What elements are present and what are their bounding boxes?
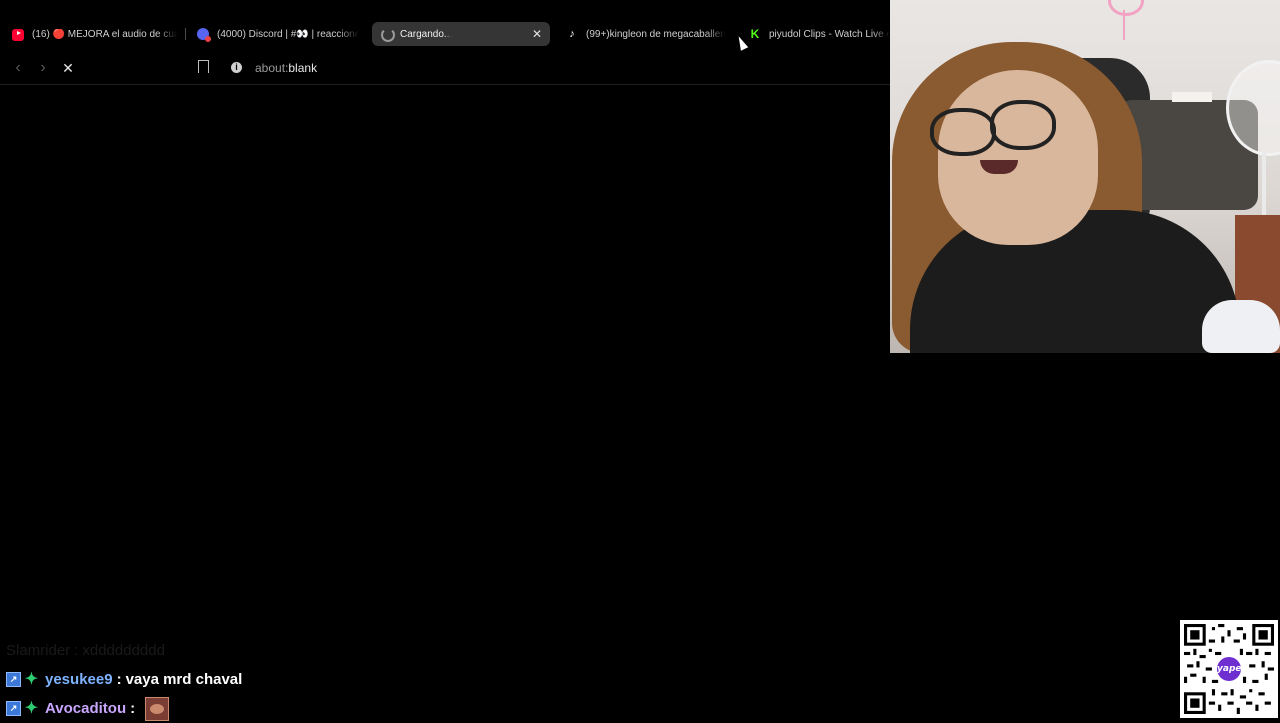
emote-icon — [145, 696, 170, 721]
youtube-icon — [12, 29, 24, 41]
prime-badge-icon: ↗ — [6, 672, 21, 687]
glasses-right-lens — [990, 100, 1056, 150]
chat-message: ↗ ✦ Avocaditou : — [6, 694, 606, 723]
back-button[interactable]: ‹ — [8, 58, 28, 78]
tiktok-icon: ♪ — [569, 28, 575, 40]
chat-overlay: Slamrider : xddddddddd ↗ ✦ yesukee9 : va… — [6, 636, 606, 723]
page-content-blank — [0, 85, 890, 720]
kick-icon: K — [750, 27, 760, 41]
address-bar[interactable]: about:blank — [255, 61, 317, 75]
chat-separator: : — [130, 700, 136, 717]
chat-username: yesukee9 — [45, 671, 113, 688]
bookmark-icon[interactable] — [198, 60, 209, 78]
heart-balloon-icon — [1108, 0, 1144, 16]
browser-toolbar: ‹ › ✕ i about:blank — [0, 52, 890, 84]
prime-badge-icon: ↗ — [6, 701, 21, 716]
qr-code: yape — [1180, 620, 1278, 718]
tab-loading-active[interactable]: Cargando... ✕ — [372, 22, 550, 46]
tab-strip: (16) 🔴 MEJORA el audio de cualquier (400… — [0, 0, 890, 52]
chat-separator: : — [74, 642, 79, 659]
url-path: blank — [288, 61, 318, 75]
tab-discord[interactable]: (4000) Discord | #👀 | reacciones — [197, 22, 359, 46]
tab-title: (99+)kingleon de megacaballero — [586, 28, 726, 40]
tab-title: (4000) Discord | #👀 | reacciones — [217, 28, 359, 40]
url-scheme: about: — [255, 61, 289, 75]
loading-spinner-icon — [381, 28, 395, 42]
close-icon[interactable]: ✕ — [532, 27, 542, 41]
tab-title: (16) 🔴 MEJORA el audio de cualquier — [32, 28, 178, 40]
balloon-string — [1123, 10, 1125, 40]
chat-separator: : — [116, 671, 122, 688]
streamer-body — [910, 210, 1240, 353]
sub-badge-icon: ✦ — [24, 700, 39, 717]
streamer-face — [938, 70, 1098, 245]
tab-kick[interactable]: K piyudol Clips - Watch Live on Kick — [749, 22, 890, 46]
discord-icon — [197, 28, 211, 42]
forward-button[interactable]: › — [33, 58, 53, 78]
chat-text: vaya mrd chaval — [125, 671, 243, 688]
sub-badge-icon: ✦ — [24, 671, 39, 688]
glasses-left-lens — [930, 108, 996, 156]
tab-youtube[interactable]: (16) 🔴 MEJORA el audio de cualquier — [12, 22, 178, 46]
tab-tiktok[interactable]: ♪ (99+)kingleon de megacaballero — [566, 22, 726, 46]
plush-toy — [1202, 300, 1280, 353]
yape-logo-icon: yape — [1217, 657, 1242, 681]
tab-title: piyudol Clips - Watch Live on Kick — [769, 28, 890, 40]
stop-loading-button[interactable]: ✕ — [58, 58, 78, 78]
chat-message: ↗ ✦ yesukee9 : vaya mrd chaval — [6, 665, 606, 694]
chat-text: xddddddddd — [82, 642, 165, 659]
chat-username: Avocaditou — [45, 700, 127, 717]
chat-message: Slamrider : xddddddddd — [6, 636, 606, 665]
tab-separator — [185, 28, 186, 40]
shelf — [1172, 92, 1212, 102]
webcam-feed — [890, 0, 1280, 353]
site-info-icon[interactable]: i — [231, 62, 242, 73]
tab-title: Cargando... — [400, 28, 453, 40]
chat-username: Slamrider — [6, 642, 71, 659]
